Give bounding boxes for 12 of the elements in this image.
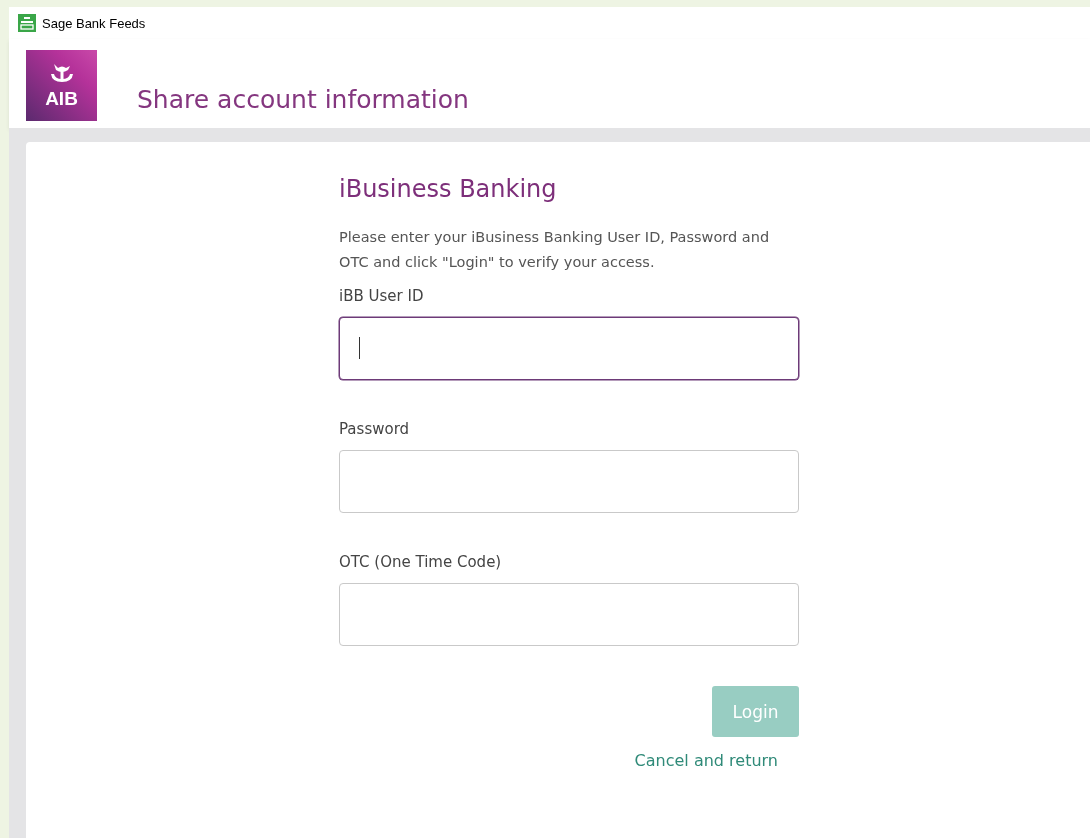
- intro-text: Please enter your iBusiness Banking User ID, Password and OTC and click "Login" to verify your access.: [339, 228, 771, 272]
- page-title: Share account information: [137, 85, 469, 114]
- field-label: iBB User ID: [339, 287, 425, 305]
- field-label: Password: [339, 420, 411, 438]
- window-title: Sage Bank Feeds: [42, 15, 146, 31]
- form-heading: iBusiness Banking: [339, 175, 558, 203]
- logo-text: AIB: [45, 87, 78, 110]
- cancel-link[interactable]: Cancel and return: [634, 751, 778, 770]
- field-label: OTC (One Time Code): [339, 553, 503, 571]
- text-cursor: [359, 337, 360, 359]
- app-icon: [18, 14, 36, 32]
- input-field[interactable]: [339, 317, 799, 380]
